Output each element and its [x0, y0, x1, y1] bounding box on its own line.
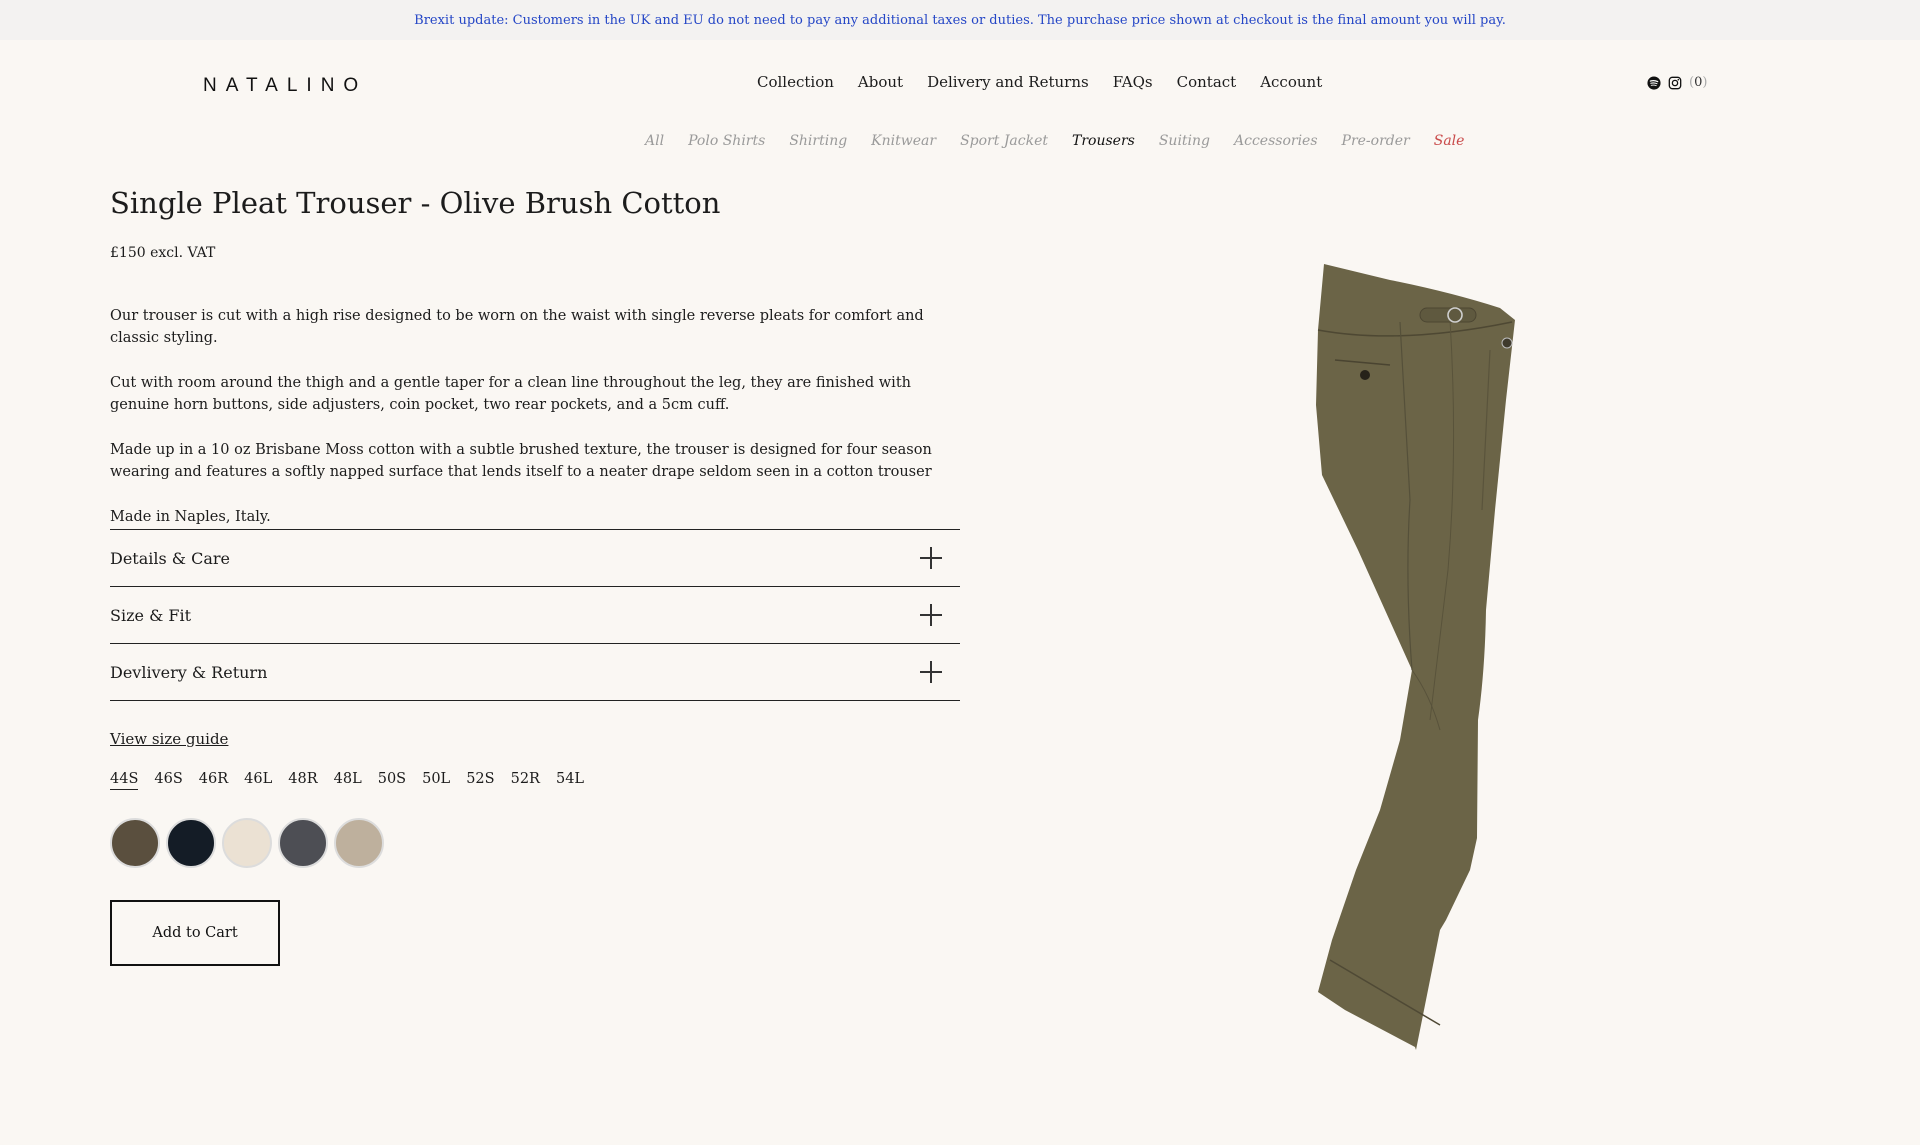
cat-sale[interactable]: Sale	[1434, 133, 1465, 149]
size-option-48r[interactable]: 48R	[288, 771, 317, 790]
cat-all[interactable]: All	[645, 133, 664, 149]
description-paragraph: Made in Naples, Italy.	[110, 509, 271, 525]
cart-count[interactable]: (0)	[1689, 75, 1707, 90]
swatch-grey[interactable]	[278, 818, 328, 868]
announcement-banner: Brexit update: Customers in the UK and E…	[0, 0, 1920, 40]
main-nav: Collection About Delivery and Returns FA…	[757, 73, 1322, 91]
accordion-label: Details & Care	[110, 548, 231, 568]
nav-collection[interactable]: Collection	[757, 73, 834, 91]
plus-icon[interactable]	[920, 547, 942, 569]
nav-account[interactable]: Account	[1260, 73, 1322, 91]
size-option-50s[interactable]: 50S	[378, 771, 406, 790]
color-swatches	[110, 818, 384, 868]
size-option-44s[interactable]: 44S	[110, 771, 139, 790]
accordion-label: Size & Fit	[110, 605, 192, 625]
plus-icon[interactable]	[920, 661, 942, 683]
description-paragraph: Our trouser is cut with a high rise desi…	[110, 308, 924, 346]
accordion-details-care[interactable]: Details & Care	[110, 530, 960, 587]
size-option-52r[interactable]: 52R	[511, 771, 540, 790]
size-guide-link[interactable]: View size guide	[110, 730, 228, 748]
size-option-46r[interactable]: 46R	[199, 771, 228, 790]
cat-shirting[interactable]: Shirting	[789, 133, 847, 149]
product-description: Our trouser is cut with a high rise desi…	[110, 305, 960, 551]
nav-faqs[interactable]: FAQs	[1113, 73, 1153, 91]
size-option-52s[interactable]: 52S	[466, 771, 494, 790]
size-option-54l[interactable]: 54L	[556, 771, 584, 790]
size-option-48l[interactable]: 48L	[334, 771, 362, 790]
cat-accessories[interactable]: Accessories	[1234, 133, 1318, 149]
accordion-delivery-return[interactable]: Devlivery & Return	[110, 644, 960, 701]
instagram-icon[interactable]	[1668, 76, 1682, 90]
product-accordion: Details & Care Size & Fit Devlivery & Re…	[110, 529, 960, 701]
cat-polo-shirts[interactable]: Polo Shirts	[688, 133, 765, 149]
nav-about[interactable]: About	[858, 73, 903, 91]
size-selector: 44S 46S 46R 46L 48R 48L 50S 50L 52S 52R …	[110, 771, 584, 790]
cat-sport-jacket[interactable]: Sport Jacket	[960, 133, 1048, 149]
cat-suiting[interactable]: Suiting	[1159, 133, 1210, 149]
product-title: Single Pleat Trouser - Olive Brush Cotto…	[110, 186, 721, 220]
swatch-olive[interactable]	[110, 818, 160, 868]
product-price: £150 excl. VAT	[110, 245, 216, 261]
description-paragraph: Cut with room around the thigh and a gen…	[110, 375, 911, 413]
size-option-46l[interactable]: 46L	[244, 771, 272, 790]
size-option-50l[interactable]: 50L	[422, 771, 450, 790]
plus-icon[interactable]	[920, 604, 942, 626]
swatch-navy[interactable]	[166, 818, 216, 868]
cat-trousers[interactable]: Trousers	[1072, 133, 1135, 149]
swatch-taupe[interactable]	[334, 818, 384, 868]
site-logo[interactable]: NATALINO	[203, 75, 367, 97]
header-icons: (0)	[1647, 75, 1707, 90]
size-option-46s[interactable]: 46S	[154, 771, 182, 790]
category-nav: All Polo Shirts Shirting Knitwear Sport …	[645, 133, 1464, 149]
cat-pre-order[interactable]: Pre-order	[1342, 133, 1410, 149]
description-paragraph: Made up in a 10 oz Brisbane Moss cotton …	[110, 442, 932, 480]
product-image	[1316, 264, 1515, 1050]
banner-text: Brexit update: Customers in the UK and E…	[414, 12, 1506, 28]
cat-knitwear[interactable]: Knitwear	[871, 133, 936, 149]
nav-contact[interactable]: Contact	[1177, 73, 1237, 91]
spotify-icon[interactable]	[1647, 75, 1661, 90]
accordion-size-fit[interactable]: Size & Fit	[110, 587, 960, 644]
accordion-label: Devlivery & Return	[110, 662, 268, 682]
swatch-cream[interactable]	[222, 818, 272, 868]
add-to-cart-button[interactable]: Add to Cart	[110, 900, 280, 966]
nav-delivery-returns[interactable]: Delivery and Returns	[927, 73, 1089, 91]
